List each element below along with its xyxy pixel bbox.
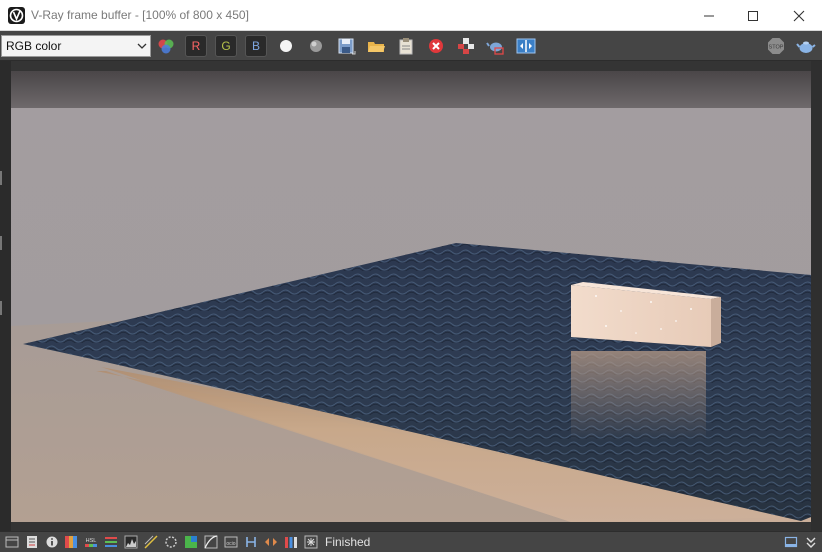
teapot-render-icon[interactable] bbox=[796, 36, 816, 56]
blue-channel-button[interactable]: B bbox=[245, 35, 267, 57]
expand-icon[interactable] bbox=[804, 535, 818, 549]
window-title: V-Ray frame buffer - [100% of 800 x 450] bbox=[31, 8, 249, 22]
exposure-icon[interactable] bbox=[164, 535, 178, 549]
channel-select-value: RGB color bbox=[6, 39, 62, 53]
color-channels-icon[interactable] bbox=[156, 36, 176, 56]
stop-render-icon[interactable]: STOP bbox=[766, 36, 786, 56]
channel-select[interactable]: RGB color bbox=[1, 35, 151, 57]
render-viewport[interactable] bbox=[0, 61, 822, 531]
h-icon[interactable] bbox=[244, 535, 258, 549]
compare-ab-icon[interactable] bbox=[516, 36, 536, 56]
left-panel-strip bbox=[0, 61, 11, 531]
panel-toggle-icon[interactable] bbox=[784, 535, 798, 549]
render-status-text: Finished bbox=[325, 535, 371, 549]
svg-text:STOP: STOP bbox=[769, 45, 784, 51]
clear-red-x-icon[interactable] bbox=[426, 36, 446, 56]
save-icon[interactable] bbox=[336, 36, 356, 56]
teapot-render-region-icon[interactable] bbox=[486, 36, 506, 56]
lut-icon[interactable] bbox=[184, 535, 198, 549]
histogram-icon[interactable] bbox=[124, 535, 138, 549]
right-panel-strip bbox=[811, 61, 822, 531]
curve-icon[interactable] bbox=[204, 535, 218, 549]
horizontal-flip-icon[interactable] bbox=[264, 535, 278, 549]
hsl-icon[interactable]: HSL bbox=[84, 535, 98, 549]
toolbar: RGB color R G B STOP bbox=[0, 31, 822, 61]
rgb-bars-icon[interactable] bbox=[284, 535, 298, 549]
minimize-button[interactable] bbox=[686, 0, 732, 31]
color-correction-icon[interactable] bbox=[64, 535, 78, 549]
ocio-icon[interactable]: ocio bbox=[224, 535, 238, 549]
rendered-image[interactable] bbox=[11, 71, 811, 522]
close-button[interactable] bbox=[776, 0, 822, 31]
open-folder-icon[interactable] bbox=[366, 36, 386, 56]
gray-sphere-icon[interactable] bbox=[306, 36, 326, 56]
history-icon[interactable] bbox=[25, 535, 39, 549]
levels-icon[interactable] bbox=[104, 535, 118, 549]
status-bar: HSL ocio Finished bbox=[0, 531, 822, 552]
svg-text:ocio: ocio bbox=[226, 541, 235, 547]
svg-text:HSL: HSL bbox=[86, 538, 97, 544]
green-channel-button[interactable]: G bbox=[215, 35, 237, 57]
red-channel-button[interactable]: R bbox=[185, 35, 207, 57]
maximize-button[interactable] bbox=[730, 0, 776, 31]
curves-icon[interactable] bbox=[144, 535, 158, 549]
track-mouse-icon[interactable] bbox=[456, 36, 476, 56]
hamburger-menu-icon[interactable] bbox=[5, 535, 19, 549]
vray-logo-icon bbox=[8, 7, 25, 24]
clipboard-icon[interactable] bbox=[396, 36, 416, 56]
lens-effects-icon[interactable] bbox=[304, 535, 318, 549]
info-icon[interactable] bbox=[45, 535, 59, 549]
title-bar: V-Ray frame buffer - [100% of 800 x 450] bbox=[0, 0, 822, 31]
chevron-down-icon bbox=[137, 43, 147, 49]
white-dot-icon[interactable] bbox=[276, 36, 296, 56]
